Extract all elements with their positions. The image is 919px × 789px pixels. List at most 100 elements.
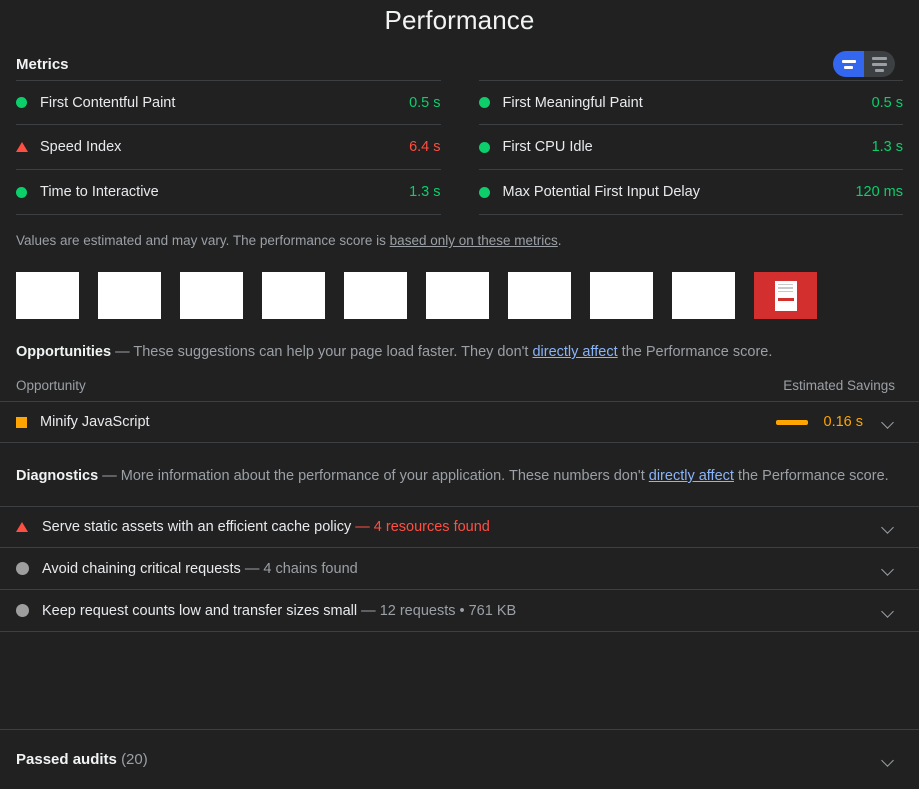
- expanded-view-icon[interactable]: [864, 51, 895, 77]
- diagnostic-detail: — 12 requests • 761 KB: [361, 603, 516, 619]
- gray-circle-icon: [16, 604, 42, 617]
- metric-row[interactable]: First CPU Idle 1.3 s: [479, 125, 904, 170]
- filmstrip-frame: [16, 272, 79, 319]
- orange-square-icon: [16, 417, 27, 428]
- disclaimer-suffix: .: [558, 233, 562, 248]
- diagnostic-label-wrap: Keep request counts low and transfer siz…: [42, 603, 881, 619]
- filmstrip-frame: [344, 272, 407, 319]
- mini-line: [778, 284, 793, 286]
- filmstrip-frame: [98, 272, 161, 319]
- passed-audits-count: (20): [121, 751, 148, 768]
- opportunities-title: Opportunities: [16, 344, 111, 360]
- metric-value: 6.4 s: [409, 139, 440, 155]
- column-header-savings: Estimated Savings: [783, 378, 895, 393]
- metrics-column-right: First Meaningful Paint 0.5 s First CPU I…: [479, 80, 904, 215]
- metric-value: 120 ms: [855, 184, 903, 200]
- toggle-bar: [842, 60, 856, 63]
- scoring-methodology-link[interactable]: based only on these metrics: [390, 233, 558, 248]
- toggle-bar: [875, 69, 884, 72]
- column-header-opportunity: Opportunity: [16, 378, 86, 393]
- opportunities-intro-suffix: the Performance score.: [618, 344, 773, 360]
- filmstrip-frame-final: [754, 272, 817, 319]
- green-circle-icon: [16, 97, 40, 108]
- metric-value: 0.5 s: [409, 95, 440, 111]
- metric-row[interactable]: Time to Interactive 1.3 s: [16, 170, 441, 215]
- toggle-bar: [844, 66, 853, 69]
- metric-row[interactable]: Max Potential First Input Delay 120 ms: [479, 170, 904, 215]
- red-triangle-icon: [16, 522, 42, 532]
- metric-label: Speed Index: [40, 139, 409, 155]
- diagnostic-detail: — 4 resources found: [355, 519, 490, 535]
- passed-audits-label: Passed audits: [16, 751, 117, 768]
- passed-audits-label-wrap: Passed audits (20): [16, 751, 881, 768]
- diagnostics-intro: Diagnostics — More information about the…: [0, 443, 919, 488]
- chevron-down-icon[interactable]: [881, 562, 895, 576]
- metrics-disclaimer: Values are estimated and may vary. The p…: [0, 215, 919, 248]
- page-title: Performance: [0, 0, 919, 36]
- toggle-bar: [872, 57, 887, 60]
- metric-label: First CPU Idle: [503, 139, 872, 155]
- metric-label: First Contentful Paint: [40, 95, 409, 111]
- metrics-heading: Metrics: [16, 56, 69, 73]
- compact-view-icon[interactable]: [833, 51, 864, 77]
- metric-row[interactable]: First Meaningful Paint 0.5 s: [479, 80, 904, 125]
- green-circle-icon: [479, 97, 503, 108]
- diagnostic-label: Avoid chaining critical requests: [42, 561, 241, 577]
- mini-line: [778, 287, 793, 289]
- diagnostic-label-wrap: Serve static assets with an efficient ca…: [42, 519, 881, 535]
- filmstrip-frame: [508, 272, 571, 319]
- metric-row[interactable]: Speed Index 6.4 s: [16, 125, 441, 170]
- green-circle-icon: [479, 187, 503, 198]
- savings-gauge: [776, 420, 808, 425]
- metrics-view-toggle[interactable]: [833, 51, 895, 77]
- diagnostic-detail: — 4 chains found: [245, 561, 358, 577]
- disclaimer-text: Values are estimated and may vary. The p…: [16, 233, 390, 248]
- gray-circle-icon: [16, 562, 42, 575]
- diagnostic-row[interactable]: Keep request counts low and transfer siz…: [0, 590, 919, 632]
- directly-affect-link[interactable]: directly affect: [649, 468, 734, 484]
- metrics-column-left: First Contentful Paint 0.5 s Speed Index…: [16, 80, 441, 215]
- filmstrip-frame: [590, 272, 653, 319]
- filmstrip-frame: [180, 272, 243, 319]
- filmstrip-frame: [672, 272, 735, 319]
- diagnostic-row[interactable]: Avoid chaining critical requests — 4 cha…: [0, 548, 919, 590]
- opportunity-row[interactable]: Minify JavaScript 0.16 s: [0, 402, 919, 443]
- red-triangle-icon: [16, 142, 40, 152]
- screenshot-filmstrip: [0, 248, 919, 319]
- toggle-bar: [872, 63, 887, 66]
- green-circle-icon: [16, 187, 40, 198]
- chevron-down-icon[interactable]: [881, 415, 895, 429]
- diagnostic-label-wrap: Avoid chaining critical requests — 4 cha…: [42, 561, 881, 577]
- diagnostics-list: Serve static assets with an efficient ca…: [0, 506, 919, 632]
- diagnostics-title: Diagnostics: [16, 468, 98, 484]
- metric-value: 1.3 s: [409, 184, 440, 200]
- mini-line: [778, 291, 793, 293]
- metric-value: 0.5 s: [872, 95, 903, 111]
- chevron-down-icon[interactable]: [881, 520, 895, 534]
- chevron-down-icon[interactable]: [881, 753, 895, 767]
- opportunities-intro: Opportunities — These suggestions can he…: [0, 319, 919, 364]
- filmstrip-frame: [262, 272, 325, 319]
- metrics-header: Metrics: [0, 36, 919, 76]
- diagnostic-row[interactable]: Serve static assets with an efficient ca…: [0, 506, 919, 548]
- metric-label: First Meaningful Paint: [503, 95, 872, 111]
- directly-affect-link[interactable]: directly affect: [532, 344, 617, 360]
- metric-label: Time to Interactive: [40, 184, 409, 200]
- metric-value: 1.3 s: [872, 139, 903, 155]
- opportunities-intro-text: — These suggestions can help your page l…: [111, 344, 532, 360]
- opportunity-savings: 0.16 s: [824, 414, 864, 430]
- opportunities-table-header: Opportunity Estimated Savings: [0, 364, 919, 402]
- opportunity-label: Minify JavaScript: [40, 414, 776, 430]
- diagnostic-label: Serve static assets with an efficient ca…: [42, 519, 351, 535]
- green-circle-icon: [479, 142, 503, 153]
- diagnostics-intro-text: — More information about the performance…: [98, 468, 649, 484]
- metrics-grid: First Contentful Paint 0.5 s Speed Index…: [0, 80, 919, 215]
- passed-audits-section[interactable]: Passed audits (20): [0, 729, 919, 789]
- chevron-down-icon[interactable]: [881, 604, 895, 618]
- diagnostics-intro-suffix: the Performance score.: [734, 468, 889, 484]
- metric-row[interactable]: First Contentful Paint 0.5 s: [16, 80, 441, 125]
- filmstrip-frame: [426, 272, 489, 319]
- lighthouse-performance-report: Performance Metrics First Contentful Pai…: [0, 0, 919, 789]
- mini-bar: [778, 298, 794, 301]
- metric-label: Max Potential First Input Delay: [503, 184, 856, 200]
